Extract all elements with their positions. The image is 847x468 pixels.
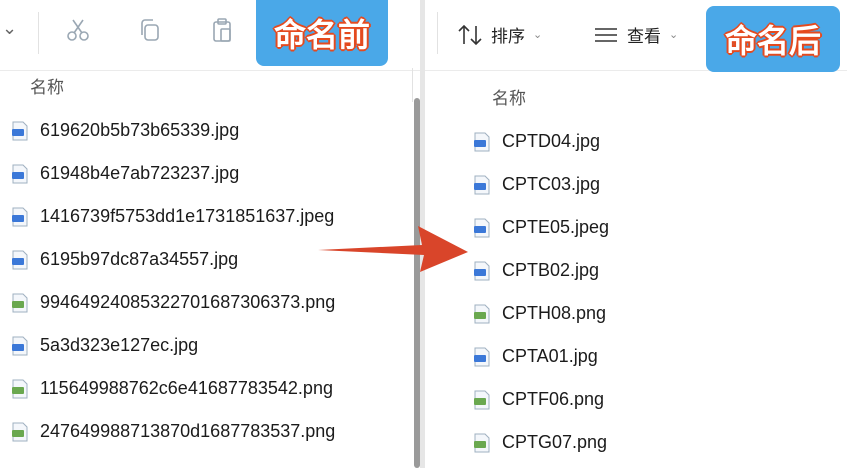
file-row[interactable]: 115649988762c6e41687783542.png bbox=[10, 367, 420, 410]
jpg-file-icon bbox=[472, 261, 492, 281]
png-file-icon bbox=[472, 304, 492, 324]
file-name: CPTG07.png bbox=[502, 432, 608, 452]
file-row[interactable]: 247649988713870d1687783537.png bbox=[10, 410, 420, 453]
file-name: 5a3d323e127ec.jpg bbox=[40, 335, 199, 355]
file-list: 619620b5b73b65339.jpg 61948b4e7ab723237.j… bbox=[10, 109, 420, 453]
jpg-file-icon bbox=[10, 250, 30, 270]
toolbar-separator bbox=[437, 12, 438, 54]
before-rename-badge: 命名前 bbox=[256, 0, 388, 66]
file-row[interactable]: CPTG07.png bbox=[472, 421, 847, 464]
paste-icon[interactable] bbox=[206, 14, 238, 46]
file-row[interactable]: CPTH08.png bbox=[472, 292, 847, 335]
png-file-icon bbox=[10, 293, 30, 313]
jpg-file-icon bbox=[472, 175, 492, 195]
sort-button[interactable]: 排序 ⌄ bbox=[457, 22, 542, 47]
right-explorer-pane: 排序 ⌄ 查看 ⌄ 命名后 名称 CPTD04.jpg CPTC03.jpg CPT… bbox=[425, 0, 847, 468]
png-file-icon bbox=[10, 379, 30, 399]
name-column-header[interactable]: 名称 bbox=[492, 84, 526, 109]
copy-icon[interactable] bbox=[134, 14, 166, 46]
toolbar-separator bbox=[38, 12, 39, 54]
file-row[interactable]: CPTA01.jpg bbox=[472, 335, 847, 378]
file-list: CPTD04.jpg CPTC03.jpg CPTE05.jpeg CPTB02.jp… bbox=[472, 120, 847, 464]
file-row[interactable]: 61948b4e7ab723237.jpg bbox=[10, 152, 420, 195]
file-name: CPTA01.jpg bbox=[502, 346, 598, 366]
png-file-icon bbox=[10, 422, 30, 442]
file-name: CPTE05.jpeg bbox=[502, 217, 610, 237]
column-resize-handle[interactable] bbox=[412, 68, 413, 102]
file-row[interactable]: CPTF06.png bbox=[472, 378, 847, 421]
name-column-header[interactable]: 名称 bbox=[30, 73, 64, 98]
jpg-file-icon bbox=[472, 132, 492, 152]
view-button[interactable]: 查看 ⌄ bbox=[593, 22, 678, 47]
jpg-file-icon bbox=[10, 207, 30, 227]
file-row[interactable]: 99464924085322701687306373.png bbox=[10, 281, 420, 324]
jpg-file-icon bbox=[10, 121, 30, 141]
file-row[interactable]: CPTC03.jpg bbox=[472, 163, 847, 206]
chevron-down-icon: ⌄ bbox=[669, 29, 679, 41]
file-name: 247649988713870d1687783537.png bbox=[40, 421, 336, 441]
after-rename-badge: 命名后 bbox=[706, 6, 840, 72]
jpg-file-icon bbox=[472, 218, 492, 238]
file-name: 619620b5b73b65339.jpg bbox=[40, 120, 240, 140]
file-name: 6195b97dc87a34557.jpg bbox=[40, 249, 239, 269]
file-name: CPTD04.jpg bbox=[502, 131, 601, 151]
file-row[interactable]: 619620b5b73b65339.jpg bbox=[10, 109, 420, 152]
file-row[interactable]: 5a3d323e127ec.jpg bbox=[10, 324, 420, 367]
png-file-icon bbox=[472, 390, 492, 410]
left-toolbar: ⌄ 命名前 bbox=[0, 0, 420, 71]
file-name: CPTB02.jpg bbox=[502, 260, 600, 280]
file-name: 115649988762c6e41687783542.png bbox=[40, 378, 333, 398]
view-lines-icon bbox=[593, 24, 619, 46]
scissors-icon[interactable] bbox=[62, 14, 94, 46]
jpg-file-icon bbox=[10, 336, 30, 356]
file-row[interactable]: CPTB02.jpg bbox=[472, 249, 847, 292]
file-name: CPTF06.png bbox=[502, 389, 605, 409]
chevron-down-icon: ⌄ bbox=[533, 29, 543, 41]
file-row[interactable]: CPTE05.jpeg bbox=[472, 206, 847, 249]
jpg-file-icon bbox=[472, 347, 492, 367]
png-file-icon bbox=[472, 433, 492, 453]
file-name: 61948b4e7ab723237.jpg bbox=[40, 163, 240, 183]
file-name: 99464924085322701687306373.png bbox=[40, 292, 336, 312]
file-row[interactable]: CPTD04.jpg bbox=[472, 120, 847, 163]
file-name: CPTH08.png bbox=[502, 303, 607, 323]
more-chevron-icon[interactable]: ⌄ bbox=[2, 18, 17, 39]
sort-arrows-icon bbox=[457, 24, 483, 46]
sort-label: 排序 bbox=[491, 27, 525, 46]
view-label: 查看 bbox=[627, 27, 661, 46]
file-name: CPTC03.jpg bbox=[502, 174, 601, 194]
jpg-file-icon bbox=[10, 164, 30, 184]
right-arrow-icon bbox=[318, 226, 468, 272]
file-name: 1416739f5753dd1e1731851637.jpeg bbox=[40, 206, 335, 226]
right-toolbar: 排序 ⌄ 查看 ⌄ 命名后 bbox=[425, 0, 847, 72]
